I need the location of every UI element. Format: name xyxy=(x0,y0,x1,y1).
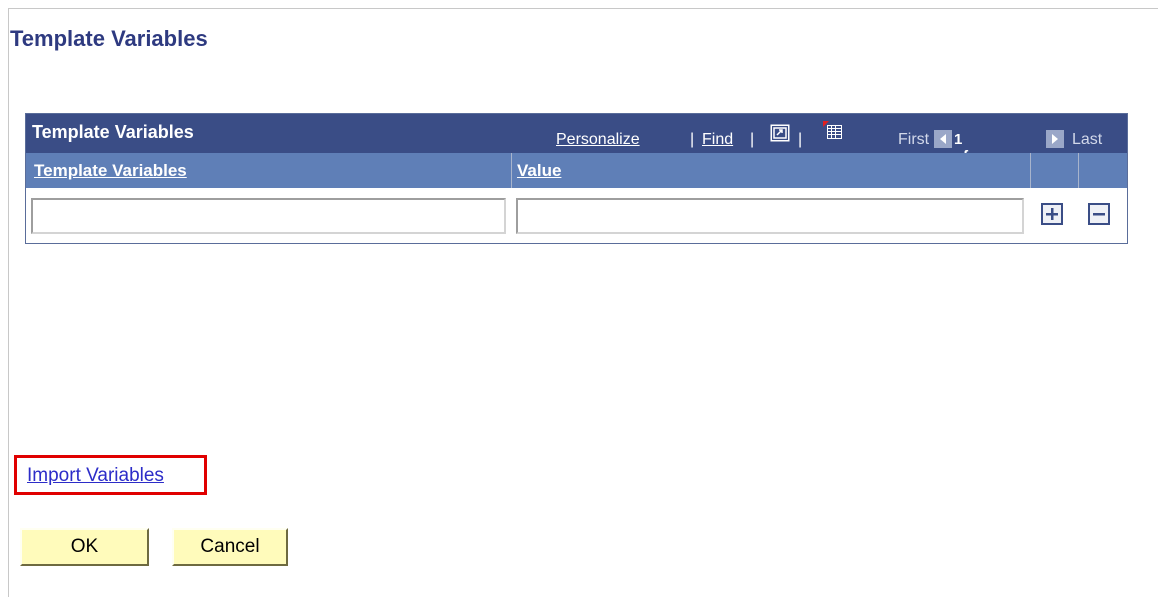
nav-separator: | xyxy=(750,131,755,148)
grid-header: Template Variables Personalize | Find | … xyxy=(26,114,1127,182)
template-variables-grid: Template Variables Personalize | Find | … xyxy=(25,113,1128,244)
value-input[interactable] xyxy=(516,198,1024,234)
template-variable-input[interactable] xyxy=(31,198,506,234)
zoom-icon[interactable] xyxy=(770,124,790,142)
page-frame xyxy=(8,8,1158,597)
import-variables-highlight: Import Variables xyxy=(14,455,207,495)
nav-separator: | xyxy=(798,131,803,148)
grid-title: Template Variables xyxy=(32,122,194,142)
page-title: Template Variables xyxy=(10,26,208,51)
column-header-row: Template Variables Value xyxy=(26,153,1127,188)
download-grid-icon[interactable] xyxy=(822,120,844,142)
column-header-value[interactable]: Value xyxy=(517,161,561,181)
column-header-template-variables[interactable]: Template Variables xyxy=(34,161,187,181)
minus-icon[interactable] xyxy=(1088,203,1110,225)
import-variables-link[interactable]: Import Variables xyxy=(27,465,164,487)
cancel-button[interactable]: Cancel xyxy=(172,528,288,566)
arrow-right-icon[interactable] xyxy=(1046,130,1064,148)
first-label: First xyxy=(898,131,930,148)
ok-button[interactable]: OK xyxy=(20,528,149,566)
personalize-link[interactable]: Personalize xyxy=(556,131,640,149)
find-link[interactable]: Find xyxy=(702,131,733,149)
last-label: Last xyxy=(1072,131,1103,148)
nav-separator: | xyxy=(690,131,695,148)
plus-icon[interactable] xyxy=(1041,203,1063,225)
table-row xyxy=(26,188,1127,243)
arrow-left-icon[interactable] xyxy=(934,130,952,148)
